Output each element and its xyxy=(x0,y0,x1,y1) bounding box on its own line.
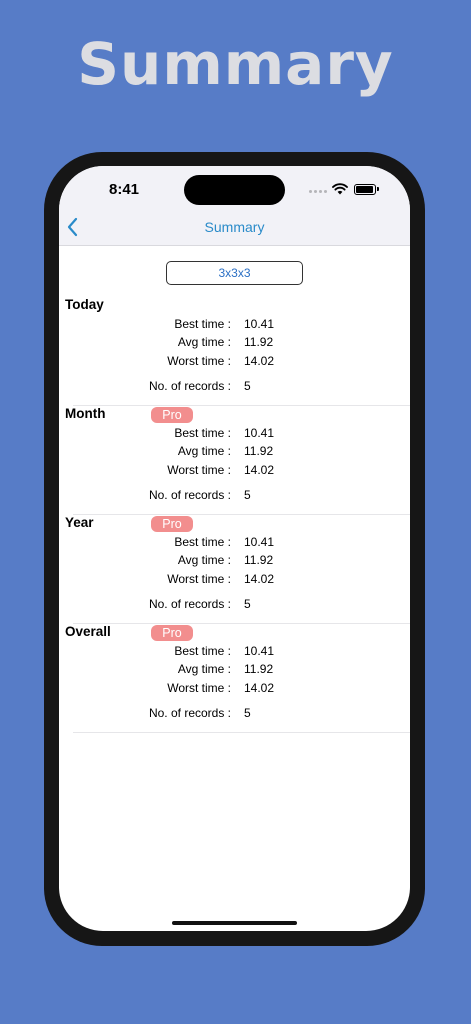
phone-screen: 8:41 Summary 3x3x3 Today Best time : 10.… xyxy=(59,166,410,931)
dynamic-island xyxy=(184,175,285,205)
worst-time-label: Worst time : xyxy=(167,463,231,477)
section-title: Year xyxy=(65,515,94,530)
best-time-value: 10.41 xyxy=(244,426,275,440)
best-time-value: 10.41 xyxy=(244,535,275,549)
section-title: Today xyxy=(65,297,104,312)
records-count-label: No. of records : xyxy=(148,706,231,720)
status-bar-time: 8:41 xyxy=(109,181,140,198)
avg-time-label: Avg time : xyxy=(177,444,231,458)
best-time-label: Best time : xyxy=(174,317,231,331)
section-title: Month xyxy=(65,406,106,421)
worst-time-label: Worst time : xyxy=(167,354,231,368)
section-title: Overall xyxy=(65,624,111,639)
avg-time-label: Avg time : xyxy=(177,335,231,349)
nav-title: Summary xyxy=(204,219,265,235)
records-count-value: 5 xyxy=(244,379,251,393)
pro-badge[interactable]: Pro xyxy=(151,407,193,423)
avg-time-value: 11.92 xyxy=(244,662,274,676)
worst-time-label: Worst time : xyxy=(167,572,231,586)
worst-time-value: 14.02 xyxy=(244,572,275,586)
worst-time-value: 14.02 xyxy=(244,681,275,695)
battery-icon xyxy=(354,184,379,195)
worst-time-value: 14.02 xyxy=(244,354,275,368)
promo-title: Summary xyxy=(77,30,394,98)
navigation-bar: 8:41 Summary xyxy=(59,166,410,246)
records-count-label: No. of records : xyxy=(148,488,231,502)
cellular-signal-icon xyxy=(309,190,327,193)
home-indicator[interactable] xyxy=(172,921,297,925)
summary-section-year: Year Pro Best time : 10.41 Avg time : 11… xyxy=(59,515,410,624)
worst-time-label: Worst time : xyxy=(167,681,231,695)
wifi-icon xyxy=(332,183,348,195)
best-time-value: 10.41 xyxy=(244,644,275,658)
records-count-label: No. of records : xyxy=(148,379,231,393)
avg-time-label: Avg time : xyxy=(177,553,231,567)
avg-time-value: 11.92 xyxy=(244,553,274,567)
avg-time-value: 11.92 xyxy=(244,444,274,458)
best-time-value: 10.41 xyxy=(244,317,275,331)
pro-badge[interactable]: Pro xyxy=(151,516,193,532)
records-count-label: No. of records : xyxy=(148,597,231,611)
summary-section-today: Today Best time : 10.41 Avg time : 11.92… xyxy=(59,297,410,406)
best-time-label: Best time : xyxy=(174,644,231,658)
records-count-value: 5 xyxy=(244,706,251,720)
summary-section-overall: Overall Pro Best time : 10.41 Avg time :… xyxy=(59,624,410,733)
pro-badge[interactable]: Pro xyxy=(151,625,193,641)
avg-time-label: Avg time : xyxy=(177,662,231,676)
avg-time-value: 11.92 xyxy=(244,335,274,349)
records-count-value: 5 xyxy=(244,597,251,611)
records-count-value: 5 xyxy=(244,488,251,502)
puzzle-type-selector[interactable]: 3x3x3 xyxy=(166,261,303,285)
best-time-label: Best time : xyxy=(174,426,231,440)
best-time-label: Best time : xyxy=(174,535,231,549)
section-divider xyxy=(73,732,410,733)
worst-time-value: 14.02 xyxy=(244,463,275,477)
summary-section-month: Month Pro Best time : 10.41 Avg time : 1… xyxy=(59,406,410,515)
